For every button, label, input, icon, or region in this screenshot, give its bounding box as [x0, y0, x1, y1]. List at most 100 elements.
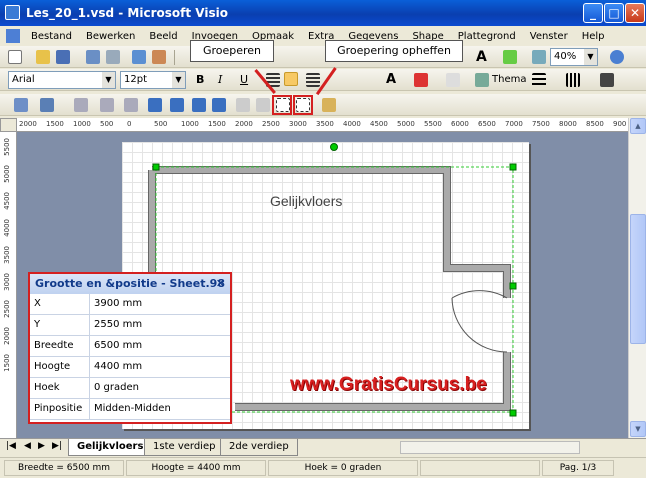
tab-1ste-verdiep[interactable]: 1ste verdiep — [144, 439, 225, 456]
send-back-icon[interactable] — [256, 98, 270, 112]
ruler-tick-label: 6500 — [478, 120, 496, 128]
text-tool-icon[interactable]: A — [476, 49, 487, 65]
distribute-icon[interactable] — [40, 98, 54, 112]
prop-value[interactable]: 3900 mm — [90, 294, 142, 314]
rotation-handle[interactable] — [330, 143, 338, 151]
panel-header: Grootte en &positie - Sheet.98 ✕ — [30, 274, 230, 294]
panel-close-button[interactable]: ✕ — [216, 274, 225, 293]
tab-gelijkvloers[interactable]: Gelijkvloers — [68, 439, 153, 456]
line-pattern-icon[interactable] — [566, 73, 580, 87]
prop-key: X — [30, 294, 90, 314]
open-icon[interactable] — [36, 50, 50, 64]
prop-key: Pinpositie — [30, 399, 90, 419]
scroll-down-button[interactable]: ▼ — [630, 421, 646, 437]
line-weight-icon[interactable] — [532, 73, 546, 87]
ruler-tick-label: 500 — [154, 120, 168, 128]
shape-data-icon[interactable] — [322, 98, 336, 112]
font-combo[interactable]: Arial ▼ — [8, 71, 116, 89]
vertical-ruler: 5500 5000 4500 4000 3500 3000 2500 2000 1500 — [0, 132, 17, 438]
ruler-tick-label: 5500 — [424, 120, 442, 128]
zoom-combo[interactable]: 40% ▼ — [550, 48, 598, 66]
horizontal-scrollbar[interactable] — [400, 441, 580, 454]
selection-handle[interactable] — [509, 282, 517, 290]
font-size-combo[interactable]: 12pt ▼ — [120, 71, 186, 89]
menu-help[interactable]: Help — [575, 31, 612, 42]
prop-value[interactable]: 4400 mm — [90, 357, 142, 377]
line-color-icon[interactable] — [414, 73, 428, 87]
vertical-scrollbar[interactable]: ▲ ▼ — [628, 118, 646, 438]
status-height: Hoogte = 4400 mm — [126, 460, 266, 476]
prop-row-height[interactable]: Hoogte 4400 mm — [30, 357, 230, 378]
bold-button[interactable]: B — [196, 73, 204, 86]
prop-row-x[interactable]: X 3900 mm — [30, 294, 230, 315]
maximize-button[interactable]: □ — [604, 3, 624, 23]
align-shapes-icon[interactable] — [14, 98, 28, 112]
align-right-icon[interactable] — [306, 73, 320, 87]
status-page: Pag. 1/3 — [542, 460, 614, 476]
prop-row-angle[interactable]: Hoek 0 graden — [30, 378, 230, 399]
preview-icon[interactable] — [106, 50, 120, 64]
italic-button[interactable]: I — [218, 73, 222, 86]
underline-button[interactable]: U — [240, 73, 248, 86]
ruler-tick-label: 6000 — [451, 120, 469, 128]
font-color-icon[interactable]: A — [386, 72, 396, 87]
selection-handle[interactable] — [152, 163, 160, 171]
prop-row-pin[interactable]: Pinpositie Midden-Midden — [30, 399, 230, 420]
align-center-icon[interactable] — [284, 72, 298, 86]
menu-bar: Bestand Bewerken Beeld Invoegen Opmaak E… — [0, 26, 646, 46]
selection-handle[interactable] — [509, 409, 517, 417]
menu-beeld[interactable]: Beeld — [142, 31, 184, 42]
ungroup-callout: Groepering opheffen — [325, 40, 463, 62]
prop-row-width[interactable]: Breedte 6500 mm — [30, 336, 230, 357]
visio-app-icon — [5, 5, 20, 20]
minimize-button[interactable]: _ — [583, 3, 603, 23]
ruler-tick-label: 3500 — [3, 246, 11, 264]
prev-page-icon[interactable]: ◀ — [24, 441, 31, 451]
scroll-thumb[interactable] — [630, 214, 646, 344]
line-ends-icon[interactable] — [600, 73, 614, 87]
space-icon[interactable] — [74, 98, 88, 112]
next-page-icon[interactable]: ▶ — [38, 441, 45, 451]
prop-value[interactable]: 0 graden — [90, 378, 139, 398]
ruler-tick-label: 7500 — [532, 120, 550, 128]
help-icon[interactable] — [610, 50, 624, 64]
scroll-up-button[interactable]: ▲ — [630, 118, 646, 134]
fill-color-icon[interactable] — [446, 73, 460, 87]
research-icon[interactable] — [152, 50, 166, 64]
prop-value[interactable]: 6500 mm — [90, 336, 142, 356]
route-icon[interactable] — [124, 98, 138, 112]
first-page-icon[interactable]: |◀ — [6, 441, 16, 451]
theme-button[interactable]: Thema — [492, 74, 526, 85]
action-toolbar — [0, 94, 646, 116]
menu-bewerken[interactable]: Bewerken — [79, 31, 142, 42]
tab-2de-verdiep[interactable]: 2de verdiep — [220, 439, 298, 456]
rotate-right-icon[interactable] — [212, 98, 226, 112]
prop-key: Hoek — [30, 378, 90, 398]
prop-value[interactable]: 2550 mm — [90, 315, 142, 335]
prop-key: Y — [30, 315, 90, 335]
spelling-icon[interactable] — [132, 50, 146, 64]
close-window-button[interactable]: ✕ — [625, 3, 645, 23]
pan-zoom-icon[interactable] — [532, 50, 546, 64]
print-icon[interactable] — [86, 50, 100, 64]
ruler-tick-label: 4500 — [370, 120, 388, 128]
connector-icon[interactable] — [503, 50, 517, 64]
prop-row-y[interactable]: Y 2550 mm — [30, 315, 230, 336]
save-icon[interactable] — [56, 50, 70, 64]
rotate-left-icon[interactable] — [192, 98, 206, 112]
theme-icon[interactable] — [475, 73, 489, 87]
flip-icon[interactable] — [148, 98, 162, 112]
prop-key: Hoogte — [30, 357, 90, 377]
bring-front-icon[interactable] — [236, 98, 250, 112]
door-arc — [451, 290, 508, 299]
menu-bestand[interactable]: Bestand — [24, 31, 79, 42]
last-page-icon[interactable]: ▶| — [52, 441, 62, 451]
menu-venster[interactable]: Venster — [523, 31, 575, 42]
new-icon[interactable] — [8, 50, 22, 64]
layout-icon[interactable] — [100, 98, 114, 112]
selection-handle[interactable] — [509, 163, 517, 171]
flip-vertical-icon[interactable] — [170, 98, 184, 112]
size-position-panel: Grootte en &positie - Sheet.98 ✕ X 3900 m… — [28, 272, 232, 424]
prop-value[interactable]: Midden-Midden — [90, 399, 171, 419]
watermark: www.GratisCursus.be — [290, 374, 487, 395]
